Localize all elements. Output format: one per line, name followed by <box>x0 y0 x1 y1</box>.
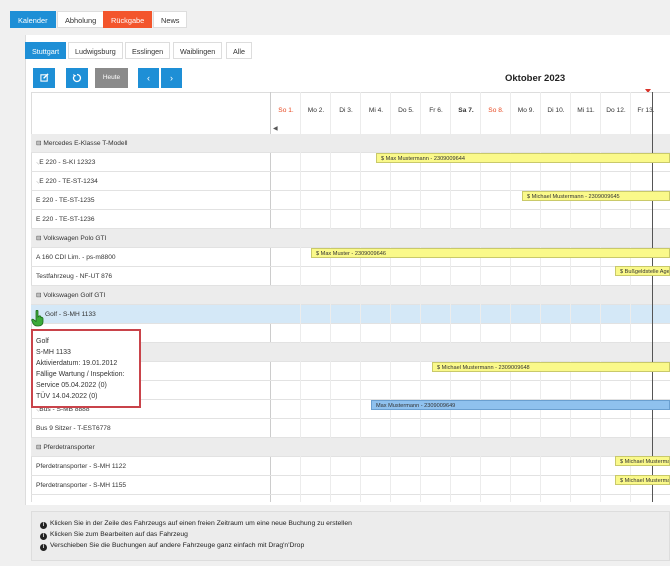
day-header: So 1. <box>278 107 294 114</box>
tooltip-line: Golf <box>36 338 49 345</box>
vehicle-label[interactable]: E 220 - TE-ST-1236 <box>36 210 95 229</box>
hint-item: i Verschieben Sie die Buchungen auf ander… <box>40 542 304 551</box>
booking-bar[interactable]: $ Max Mustermann - 2309009644 <box>376 153 670 163</box>
vehicle-label[interactable]: A 160 CDI Lim. - ps-m8800 <box>36 248 116 267</box>
vehicle-row[interactable]: Pferdetransporter - S-MH 1122 <box>31 457 670 476</box>
day-header: Fr 6. <box>429 107 443 114</box>
day-header: So 8. <box>488 107 504 114</box>
day-header: Mi 11. <box>577 107 595 114</box>
grid-line <box>330 92 331 502</box>
hint-item: i Klicken Sie in der Zeile des Fahrzeugs … <box>40 520 352 529</box>
vehicle-row-highlighted[interactable]: Golf - S-MH 1133 <box>31 305 670 324</box>
vehicle-label[interactable]: Pferdetransporter - S-MH 1122 <box>36 457 126 476</box>
tab-kalender[interactable]: Kalender <box>10 11 56 28</box>
group-label: ⊟ Mercedes E-Klasse T-Modell <box>36 140 128 147</box>
vehicle-row[interactable]: Testfahrzeug - NF-UT 876 <box>31 267 670 286</box>
day-header: Do 5. <box>398 107 414 114</box>
day-header: Di 10. <box>547 107 565 114</box>
vehicle-label[interactable]: Golf - S-MH 1133 <box>45 305 96 324</box>
grid-line <box>300 92 301 502</box>
hand-cursor-icon <box>31 310 44 327</box>
hint-item: i Klicken Sie zum Bearbeiten auf das Fahr… <box>40 531 188 540</box>
tab-rueckgabe[interactable]: Rückgabe <box>103 11 153 28</box>
month-title: Oktober 2023 <box>505 73 566 84</box>
header-top-line <box>31 92 670 93</box>
vehicle-row[interactable]: E 220 - TE-ST-1236 <box>31 210 670 229</box>
booking-bar[interactable]: $ Michael Mustermann <box>615 475 670 485</box>
vehicle-label[interactable]: ⸜E 220 - TE-ST-1234 <box>36 172 98 191</box>
day-header: Fr 13. <box>637 107 655 114</box>
vehicle-label[interactable]: ⸜E 220 - S-KI 12323 <box>36 153 95 172</box>
booking-bar[interactable]: Max Mustermann - 2309009649 <box>371 400 670 410</box>
tab-abholung[interactable]: Abholung <box>57 11 105 28</box>
tooltip-line: S-MH 1133 <box>36 349 71 356</box>
vehicle-tooltip: Golf S-MH 1133 Aktivierdatum: 19.01.2012… <box>31 329 141 408</box>
vehicle-row[interactable]: Bus 9 Sitzer - T-EST6778 <box>31 419 670 438</box>
group-row[interactable]: ⊟ Mercedes E-Klasse T-Modell <box>31 134 670 153</box>
booking-bar[interactable]: $ Bußgeldstelle Agentur <box>615 266 670 276</box>
booking-bar[interactable]: $ Michael Mustermann - 2309009645 <box>522 191 670 201</box>
vehicle-label[interactable]: Testfahrzeug - NF-UT 876 <box>36 267 112 286</box>
booking-bar[interactable]: $ Michael Mustermann <box>615 456 670 466</box>
grid-line <box>360 92 361 502</box>
next-button[interactable]: › <box>161 68 182 88</box>
group-label: ⊟ Pferdetransporter <box>36 444 95 451</box>
day-header: Sa 7. <box>458 107 474 114</box>
tab-ludwigsburg[interactable]: Ludwigsburg <box>68 42 123 59</box>
day-header: Mo 2. <box>307 107 325 114</box>
info-icon: i <box>40 544 47 551</box>
refresh-button[interactable] <box>66 68 88 88</box>
today-button[interactable]: Heute <box>95 68 128 88</box>
vehicle-label[interactable]: Bus 9 Sitzer - T-EST6778 <box>36 419 111 438</box>
day-header: Mi 4. <box>368 107 384 114</box>
group-label: ⊟ Volkswagen Polo GTI <box>36 235 107 242</box>
group-row[interactable]: ⊟ Pferdetransporter <box>31 438 670 457</box>
group-row[interactable]: ⊟ Volkswagen Golf GTI <box>31 286 670 305</box>
info-icon: i <box>40 533 47 540</box>
vehicle-row[interactable]: ⸜E 220 - TE-ST-1234 <box>31 172 670 191</box>
tooltip-line: Aktivierdatum: 19.01.2012 <box>36 360 118 367</box>
tab-alle[interactable]: Alle <box>226 42 252 59</box>
tooltip-line: Fällige Wartung / Inspektion: <box>36 371 125 378</box>
vehicle-label[interactable]: E 220 - TE-ST-1235 <box>36 191 95 210</box>
tab-waiblingen[interactable]: Waiblingen <box>173 42 223 59</box>
tab-stuttgart[interactable]: Stuttgart <box>25 42 67 59</box>
vehicle-row[interactable]: Pferdetransporter - S-MH 1155 <box>31 476 670 495</box>
tab-esslingen[interactable]: Esslingen <box>125 42 171 59</box>
day-header: Do 12. <box>606 107 626 114</box>
tab-news[interactable]: News <box>153 11 188 28</box>
refresh-icon <box>72 73 82 83</box>
group-row[interactable]: ⊟ Volkswagen Polo GTI <box>31 229 670 248</box>
tooltip-line: TÜV 14.04.2022 (0) <box>36 393 98 400</box>
day-header: Mo 9. <box>517 107 535 114</box>
hint-footer: i Klicken Sie in der Zeile des Fahrzeugs … <box>31 511 670 561</box>
info-icon: i <box>40 522 47 529</box>
day-header: Di 3. <box>339 107 353 114</box>
prev-button[interactable]: ‹ <box>138 68 159 88</box>
booking-bar[interactable]: $ Max Muster - 2309009646 <box>311 248 670 258</box>
edit-button[interactable] <box>33 68 55 88</box>
edit-icon <box>39 73 49 82</box>
booking-bar[interactable]: $ Michael Mustermann - 2309009648 <box>432 362 670 372</box>
group-label: ⊟ Volkswagen Golf GTI <box>36 292 106 299</box>
tooltip-line: Service 05.04.2022 (0) <box>36 382 107 389</box>
vehicle-label[interactable]: Pferdetransporter - S-MH 1155 <box>36 476 126 495</box>
collapse-arrow-icon[interactable]: ◀ <box>273 125 278 132</box>
